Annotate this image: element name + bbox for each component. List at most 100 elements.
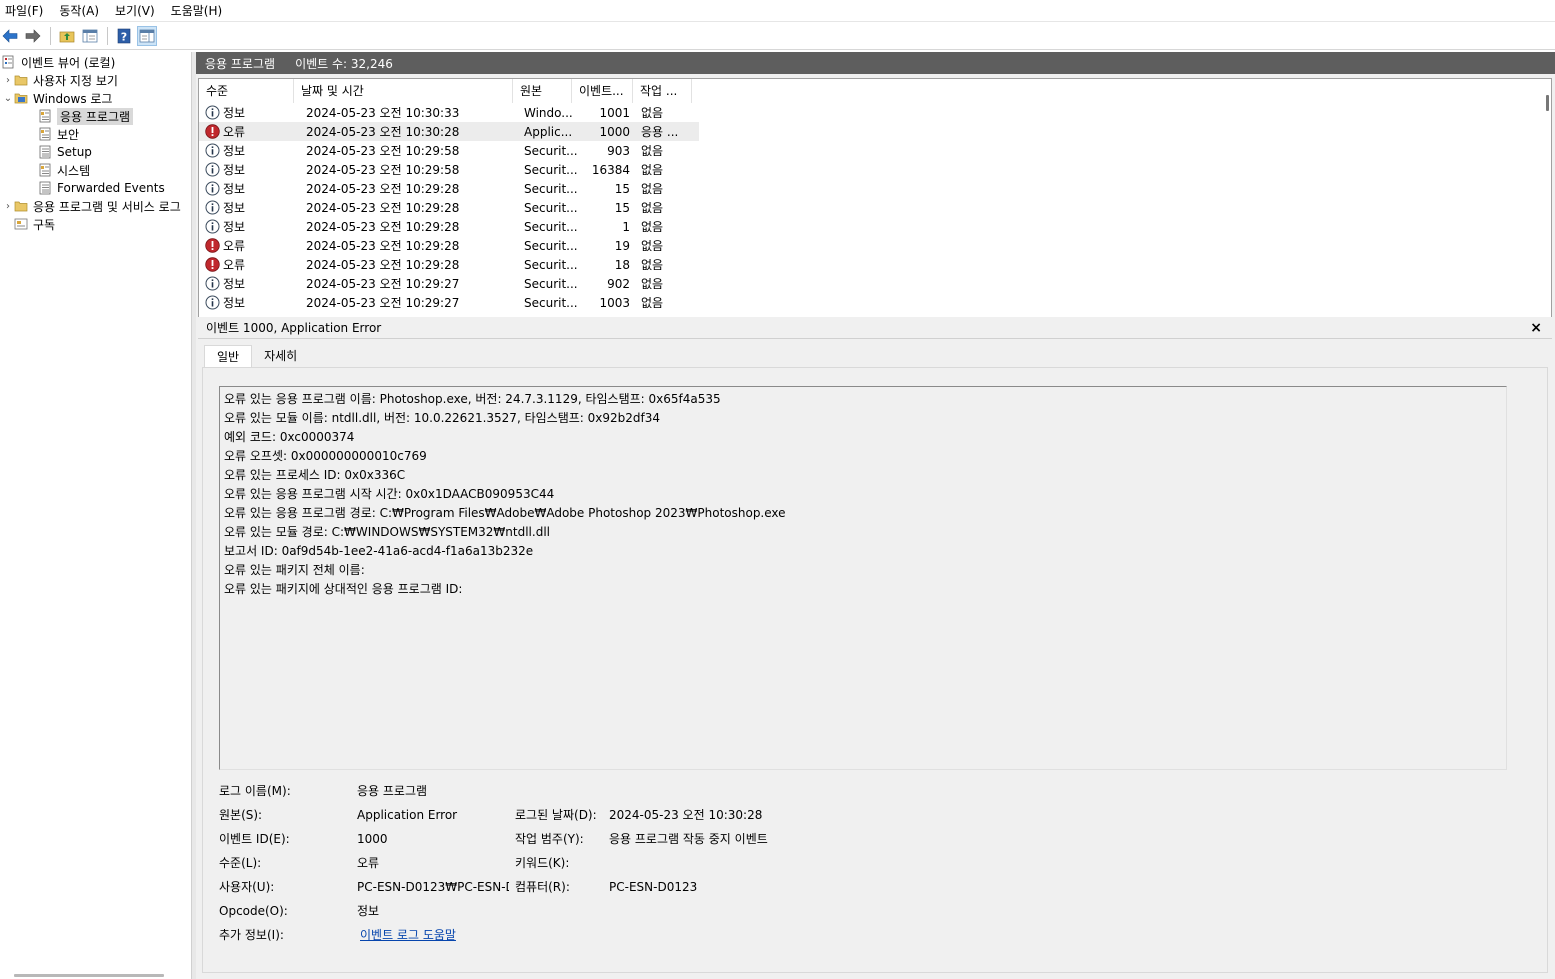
menu-view[interactable]: 보기(V) xyxy=(110,1,162,21)
tab-details[interactable]: 자세히 xyxy=(252,345,309,367)
log-icon xyxy=(38,163,52,177)
description-line: 오류 오프셋: 0x000000000010c769 xyxy=(224,449,427,463)
event-source-cell: Securit... xyxy=(524,238,578,253)
event-level-text: 정보 xyxy=(223,277,246,291)
column-source[interactable]: 원본 xyxy=(513,79,572,103)
back-arrow-icon xyxy=(2,28,18,43)
event-level-text: 오류 xyxy=(223,239,246,253)
log-icon xyxy=(38,181,52,195)
action-pane-icon xyxy=(139,29,155,42)
tree-apps-services-logs[interactable]: › 응용 프로그램 및 서비스 로그 xyxy=(2,197,181,215)
tree-custom-views[interactable]: › 사용자 지정 보기 xyxy=(2,71,118,89)
event-date-cell: 2024-05-23 오전 10:29:58 xyxy=(306,163,460,177)
event-source-cell: Windo... xyxy=(524,105,573,120)
show-hide-tree-button[interactable] xyxy=(80,26,100,46)
console-tree: 이벤트 뷰어 (로컬) › 사용자 지정 보기 ⌄ Windows 로그 응용 … xyxy=(0,52,192,979)
column-date-time[interactable]: 날짜 및 시간 xyxy=(294,79,513,103)
event-level-cell: 정보 xyxy=(199,275,300,292)
collapse-chevron-icon[interactable]: ⌄ xyxy=(2,93,14,104)
prop-event-id-label: 이벤트 ID(E): xyxy=(219,832,290,846)
event-row[interactable]: 오류 2024-05-23 오전 10:29:28 Securit... 18 없음 xyxy=(199,255,699,274)
event-level-text: 정보 xyxy=(223,106,246,120)
tab-general[interactable]: 일반 xyxy=(204,345,253,367)
info-icon xyxy=(205,295,220,310)
forward-button[interactable] xyxy=(23,26,43,46)
expand-chevron-icon[interactable]: › xyxy=(2,75,14,86)
event-level-text: 오류 xyxy=(223,258,246,272)
prop-keywords-label: 키워드(K): xyxy=(515,856,570,870)
event-row[interactable]: 정보 2024-05-23 오전 10:29:58 Securit... 903 없음 xyxy=(199,141,699,160)
event-date-cell: 2024-05-23 오전 10:29:27 xyxy=(306,277,460,291)
log-icon xyxy=(38,127,52,141)
tree-windows-logs[interactable]: ⌄ Windows 로그 xyxy=(2,89,113,107)
event-level-cell: 오류 xyxy=(199,237,300,254)
tree-root[interactable]: 이벤트 뷰어 (로컬) xyxy=(2,53,115,71)
main-pane: 응용 프로그램 이벤트 수: 32,246 수준 날짜 및 시간 원본 이벤트.… xyxy=(196,52,1555,979)
event-level-cell: 정보 xyxy=(199,161,300,178)
event-source-cell: Securit... xyxy=(524,143,578,158)
menu-help[interactable]: 도움말(H) xyxy=(166,1,230,21)
event-level-cell: 정보 xyxy=(199,142,300,159)
event-row[interactable]: 정보 2024-05-23 오전 10:29:28 Securit... 15 없음 xyxy=(199,179,699,198)
event-detail-title: 이벤트 1000, Application Error xyxy=(206,321,382,335)
event-row[interactable]: 오류 2024-05-23 오전 10:30:28 Applic... 1000 응용 … xyxy=(199,122,699,141)
description-line: 오류 있는 모듈 이름: ntdll.dll, 버전: 10.0.22621.3… xyxy=(224,411,660,425)
tab-general-body: 오류 있는 응용 프로그램 이름: Photoshop.exe, 버전: 24.… xyxy=(202,367,1548,973)
event-viewer-icon xyxy=(2,55,16,69)
folder-icon xyxy=(14,199,28,213)
tree-subscriptions[interactable]: 구독 xyxy=(14,215,55,233)
description-line: 오류 있는 응용 프로그램 경로: C:₩Program Files₩Adobe… xyxy=(224,506,786,520)
menu-action[interactable]: 동작(A) xyxy=(54,1,106,21)
up-folder-button[interactable] xyxy=(57,26,77,46)
event-row[interactable]: 정보 2024-05-23 오전 10:29:28 Securit... 1 없음 xyxy=(199,217,699,236)
prop-opcode-label: Opcode(O): xyxy=(219,904,288,918)
prop-level-value: 오류 xyxy=(357,856,380,870)
console-tree-icon xyxy=(82,29,98,42)
event-row[interactable]: 정보 2024-05-23 오전 10:30:33 Windo... 1001 없음 xyxy=(199,103,699,122)
prop-log-name-label: 로그 이름(M): xyxy=(219,784,291,798)
close-detail-button[interactable]: × xyxy=(1530,320,1542,336)
tree-log-system[interactable]: 시스템 xyxy=(38,161,90,179)
tree-log-security[interactable]: 보안 xyxy=(38,125,79,143)
event-row[interactable]: 정보 2024-05-23 오전 10:29:28 Securit... 15 없음 xyxy=(199,198,699,217)
log-icon xyxy=(38,109,52,123)
event-row[interactable]: 정보 2024-05-23 오전 10:29:58 Securit... 16384 없… xyxy=(199,160,699,179)
info-icon xyxy=(205,276,220,291)
event-date-cell: 2024-05-23 오전 10:29:28 xyxy=(306,239,460,253)
event-date-cell: 2024-05-23 오전 10:29:27 xyxy=(306,296,460,310)
description-line: 오류 있는 프로세스 ID: 0x0x336C xyxy=(224,468,406,482)
event-source-cell: Securit... xyxy=(524,181,578,196)
log-header: 응용 프로그램 이벤트 수: 32,246 xyxy=(196,52,1555,74)
prop-computer-value: PC-ESN-D0123 xyxy=(609,880,698,894)
tree-log-application[interactable]: 응용 프로그램 xyxy=(38,107,134,125)
event-task-cell: 없음 xyxy=(641,106,664,120)
tree-horizontal-scrollbar[interactable] xyxy=(14,974,164,977)
prop-source-value: Application Error xyxy=(357,808,458,822)
description-line: 오류 있는 응용 프로그램 이름: Photoshop.exe, 버전: 24.… xyxy=(224,392,721,406)
event-row[interactable]: 오류 2024-05-23 오전 10:29:28 Securit... 19 없음 xyxy=(199,236,699,255)
help-button[interactable]: ? xyxy=(114,26,134,46)
back-button[interactable] xyxy=(0,26,20,46)
column-event-id[interactable]: 이벤트... xyxy=(572,79,633,103)
event-row[interactable]: 정보 2024-05-23 오전 10:29:27 Securit... 1003 없음 xyxy=(199,293,699,312)
event-date-cell: 2024-05-23 오전 10:29:28 xyxy=(306,201,460,215)
prop-logged-value: 2024-05-23 오전 10:30:28 xyxy=(609,808,763,822)
event-log-help-link[interactable]: 이벤트 로그 도움말 xyxy=(360,926,456,944)
show-action-pane-button[interactable] xyxy=(137,25,157,46)
menu-file[interactable]: 파일(F) xyxy=(0,1,50,21)
tree-log-setup[interactable]: Setup xyxy=(38,143,92,161)
info-icon xyxy=(205,162,220,177)
expand-chevron-icon[interactable]: › xyxy=(2,201,14,212)
prop-log-name-value: 응용 프로그램 xyxy=(357,784,428,798)
event-row[interactable]: 정보 2024-05-23 오전 10:29:27 Securit... 902 없음 xyxy=(199,274,699,293)
column-level[interactable]: 수준 xyxy=(199,79,294,103)
event-id-cell: 1003 xyxy=(599,295,630,310)
event-level-text: 정보 xyxy=(223,201,246,215)
subscription-icon xyxy=(14,217,28,231)
event-description[interactable]: 오류 있는 응용 프로그램 이름: Photoshop.exe, 버전: 24.… xyxy=(219,386,1507,770)
tree-log-forwarded-events[interactable]: Forwarded Events xyxy=(38,179,165,197)
column-task-category[interactable]: 작업 ... xyxy=(633,79,692,103)
event-date-cell: 2024-05-23 오전 10:29:28 xyxy=(306,182,460,196)
prop-more-info-label: 추가 정보(I): xyxy=(219,928,284,942)
event-list-scrollbar-thumb[interactable] xyxy=(1546,95,1549,111)
